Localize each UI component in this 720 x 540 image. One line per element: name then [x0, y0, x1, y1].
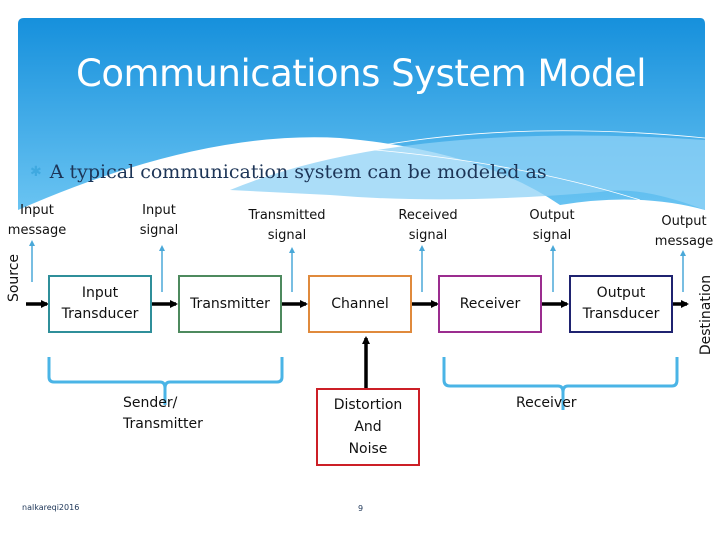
group-label-receiver: Receiver: [516, 395, 577, 411]
label-transmitted-signal: Transmitted signal: [248, 208, 326, 243]
block-output-transducer: Output Transducer: [569, 275, 673, 333]
label-input-message: Input message: [7, 203, 67, 238]
block-transmitter: Transmitter: [178, 275, 282, 333]
block-input-transducer: Input Transducer: [48, 275, 152, 333]
page-number: 9: [358, 504, 364, 513]
label-input-signal: Input signal: [139, 203, 179, 238]
source-label: Source: [6, 253, 22, 303]
block-receiver: Receiver: [438, 275, 542, 333]
label-output-signal: Output signal: [529, 208, 575, 243]
block-distortion-noise: Distortion And Noise: [316, 388, 420, 466]
label-received-signal: Received signal: [398, 208, 458, 243]
label-output-message: Output message: [654, 214, 714, 249]
destination-label: Destination: [698, 274, 714, 356]
group-label-sender-transmitter: Sender/ Transmitter: [123, 395, 203, 432]
footer-author: nalkareqi2016: [22, 503, 80, 512]
block-channel: Channel: [308, 275, 412, 333]
